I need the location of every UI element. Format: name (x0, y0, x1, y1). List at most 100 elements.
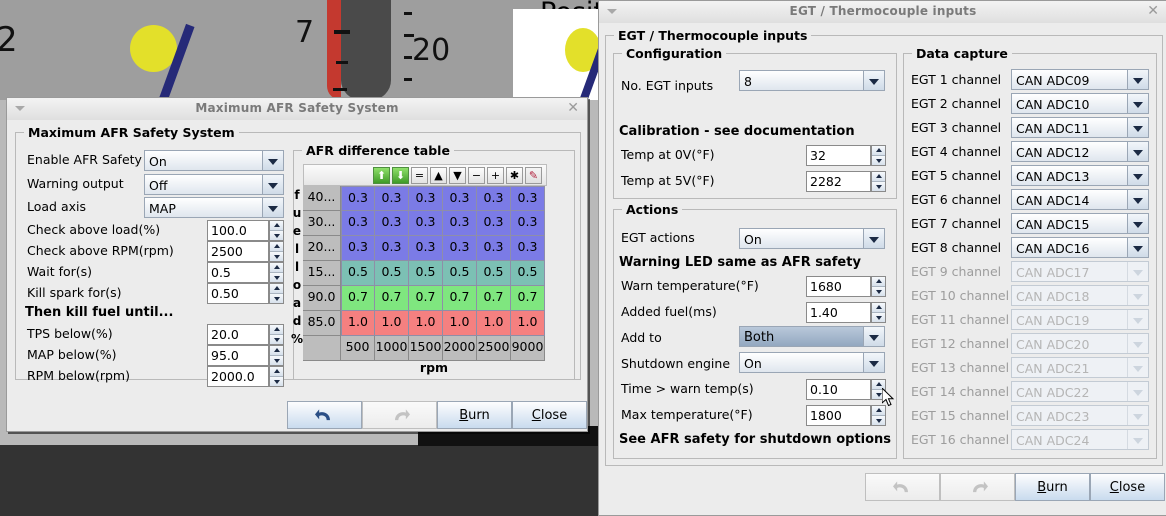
afr-table-col-header[interactable]: 2500 (477, 336, 511, 361)
chevron-down-icon[interactable] (262, 151, 283, 170)
egt-combo-add-to[interactable]: Both (739, 326, 885, 347)
afr-table-cell[interactable]: 0.3 (409, 211, 443, 236)
afr-table-cell[interactable]: 0.7 (341, 286, 375, 311)
afr-spin-kill-spark-for[interactable]: 0.50 (207, 283, 284, 304)
stepper-up-icon[interactable] (872, 172, 885, 182)
chevron-down-icon[interactable] (262, 175, 283, 194)
egt-spin-temp-5v[interactable]: 2282 (806, 171, 886, 192)
stepper-buttons[interactable] (269, 345, 284, 366)
stepper-down-icon[interactable] (270, 231, 283, 240)
stepper-down-icon[interactable] (270, 252, 283, 261)
afr-table-cell[interactable]: 0.3 (341, 211, 375, 236)
egt-spin-max-temperature[interactable]: 1800 (806, 405, 886, 426)
stepper-buttons[interactable] (269, 283, 284, 304)
egt-channel-combo-4[interactable]: CAN ADC12 (1011, 141, 1149, 162)
afr-table-cell[interactable]: 0.5 (375, 261, 409, 286)
egt-spin-field[interactable]: 0.10 (806, 379, 871, 400)
stepper-up-icon[interactable] (270, 263, 283, 273)
afr-table-cell[interactable]: 0.7 (409, 286, 443, 311)
stepper-up-icon[interactable] (270, 221, 283, 231)
stepper-buttons[interactable] (269, 220, 284, 241)
afr-table-cell[interactable]: 1.0 (341, 311, 375, 336)
stepper-down-icon[interactable] (872, 416, 885, 425)
chevron-down-icon[interactable] (1127, 214, 1148, 233)
decrease-icon[interactable]: ▼ (449, 167, 466, 184)
afr-spin-map-below[interactable]: 95.0 (207, 345, 284, 366)
minus-icon[interactable]: − (468, 167, 485, 184)
egt-spin-field[interactable]: 32 (806, 145, 871, 166)
afr-table-cell[interactable]: 0.3 (375, 211, 409, 236)
afr-table-cell[interactable]: 0.3 (341, 186, 375, 211)
afr-table-cell[interactable]: 0.7 (477, 286, 511, 311)
afr-table-cell[interactable]: 0.3 (511, 236, 545, 261)
afr-table-cell[interactable]: 0.3 (409, 236, 443, 261)
scale-up-icon[interactable]: ⬆ (373, 167, 390, 184)
chevron-down-icon[interactable] (262, 198, 283, 217)
afr-table-cell[interactable]: 0.7 (511, 286, 545, 311)
afr-table-cell[interactable]: 1.0 (511, 311, 545, 336)
afr-spin-tps-below[interactable]: 20.0 (207, 324, 284, 345)
stepper-up-icon[interactable] (270, 367, 283, 377)
afr-table-cell[interactable]: 0.5 (341, 261, 375, 286)
egt-combo-no-inputs[interactable]: 8 (739, 70, 885, 91)
afr-safety-window[interactable]: Maximum AFR Safety System ✕ Maximum AFR … (6, 97, 588, 432)
scale-down-icon[interactable]: ⬇ (392, 167, 409, 184)
afr-table-cell[interactable]: 0.3 (443, 236, 477, 261)
afr-spin-field[interactable]: 2000.0 (207, 366, 269, 387)
afr-table-cell[interactable]: 0.3 (511, 186, 545, 211)
afr-table-cell[interactable]: 1.0 (409, 311, 443, 336)
afr-table-cell[interactable]: 0.3 (477, 186, 511, 211)
stepper-down-icon[interactable] (872, 313, 885, 322)
afr-undo-button[interactable] (287, 401, 362, 429)
afr-table-cell[interactable]: 0.7 (375, 286, 409, 311)
stepper-down-icon[interactable] (872, 156, 885, 165)
afr-table-cell[interactable]: 0.3 (443, 186, 477, 211)
chevron-down-icon[interactable] (1127, 166, 1148, 185)
egt-title-bar[interactable]: EGT / Thermocouple inputs ✕ (599, 1, 1166, 24)
afr-table-row-header[interactable]: 30... (303, 211, 341, 236)
stepper-up-icon[interactable] (872, 277, 885, 287)
afr-burn-button[interactable]: Burn (437, 401, 512, 429)
afr-table-cell[interactable]: 0.5 (409, 261, 443, 286)
chevron-down-icon[interactable] (1127, 118, 1148, 137)
afr-table-row-header[interactable]: 20... (303, 236, 341, 261)
afr-table-cell[interactable]: 0.5 (443, 261, 477, 286)
afr-spin-field[interactable]: 0.5 (207, 262, 269, 283)
afr-spin-field[interactable]: 100.0 (207, 220, 269, 241)
multiply-icon[interactable]: ✱ (506, 167, 523, 184)
chevron-down-icon[interactable] (863, 71, 884, 90)
afr-table-row-header[interactable]: 40... (303, 186, 341, 211)
afr-table-col-header[interactable]: 500 (341, 336, 375, 361)
afr-close-button[interactable]: Close (512, 401, 587, 429)
afr-table-cell[interactable]: 0.3 (341, 236, 375, 261)
stepper-buttons[interactable] (269, 262, 284, 283)
afr-table-col-header[interactable]: 2000 (443, 336, 477, 361)
afr-spin-field[interactable]: 2500 (207, 241, 269, 262)
stepper-buttons[interactable] (871, 302, 886, 323)
afr-table-col-header[interactable]: 1000 (375, 336, 409, 361)
afr-table-cell[interactable]: 0.3 (443, 211, 477, 236)
egt-spin-field[interactable]: 1680 (806, 276, 871, 297)
stepper-down-icon[interactable] (270, 273, 283, 282)
afr-table-cell[interactable]: 0.7 (443, 286, 477, 311)
egt-combo-egt-actions[interactable]: On (739, 228, 885, 249)
afr-table-cell[interactable]: 1.0 (443, 311, 477, 336)
afr-table-toolbar[interactable]: ⬆ ⬇ = ▲ ▼ − + ✱ ✎ (303, 164, 547, 186)
afr-table-cell[interactable]: 1.0 (375, 311, 409, 336)
stepper-down-icon[interactable] (270, 294, 283, 303)
stepper-up-icon[interactable] (270, 346, 283, 356)
stepper-buttons[interactable] (269, 241, 284, 262)
afr-spin-field[interactable]: 95.0 (207, 345, 269, 366)
afr-table-cell[interactable]: 0.3 (375, 186, 409, 211)
stepper-buttons[interactable] (871, 171, 886, 192)
stepper-buttons[interactable] (871, 405, 886, 426)
afr-table-col-header[interactable]: 9000 (511, 336, 545, 361)
egt-burn-button[interactable]: Burn (1015, 473, 1090, 501)
afr-table-cell[interactable]: 0.3 (511, 211, 545, 236)
afr-spin-rpm-below[interactable]: 2000.0 (207, 366, 284, 387)
stepper-up-icon[interactable] (270, 325, 283, 335)
afr-spin-field[interactable]: 20.0 (207, 324, 269, 345)
egt-channel-combo-7[interactable]: CAN ADC15 (1011, 213, 1149, 234)
stepper-buttons[interactable] (269, 324, 284, 345)
egt-spin-field[interactable]: 2282 (806, 171, 871, 192)
